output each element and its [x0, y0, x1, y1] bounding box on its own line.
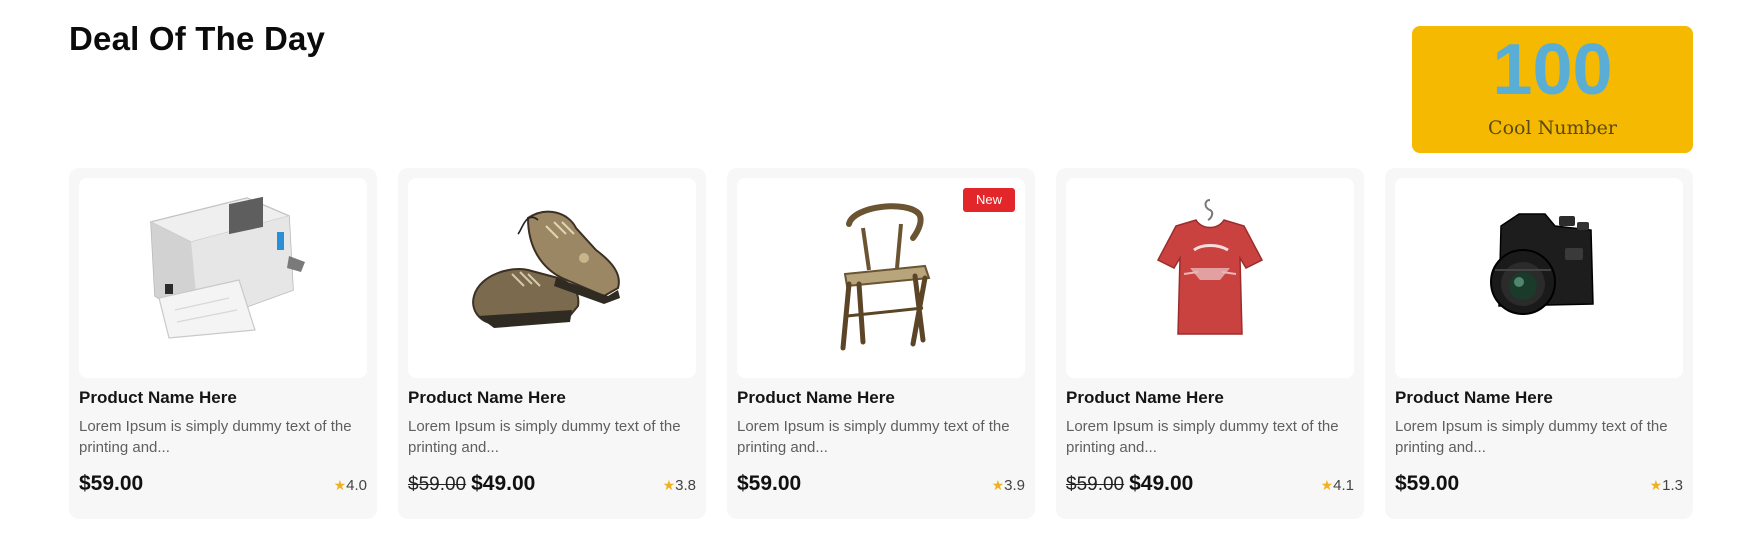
star-icon: ★	[333, 477, 347, 493]
hiking-shoes-image	[472, 210, 620, 328]
price-row: $59.00 ★3.9	[737, 472, 1025, 496]
product-image-frame[interactable]	[408, 178, 696, 378]
stat-label: Cool Number	[1488, 117, 1617, 139]
stat-number: 100	[1492, 30, 1613, 110]
product-image-frame[interactable]	[79, 178, 367, 378]
product-card[interactable]: New Product Name Here Lorem Ipsum is sim…	[727, 168, 1035, 519]
product-list: Product Name Here Lorem Ipsum is simply …	[69, 168, 1693, 519]
price-row: $59.00 ★1.3	[1395, 472, 1683, 496]
cool-number-box: 100 Cool Number	[1412, 26, 1693, 153]
star-icon: ★	[991, 477, 1005, 493]
product-description: Lorem Ipsum is simply dummy text of the …	[1066, 418, 1339, 456]
product-card[interactable]: Product Name Here Lorem Ipsum is simply …	[398, 168, 706, 519]
product-description: Lorem Ipsum is simply dummy text of the …	[1395, 418, 1668, 456]
product-name[interactable]: Product Name Here	[737, 388, 1025, 408]
star-icon: ★	[1649, 477, 1663, 493]
product-old-price: $59.00	[1066, 474, 1125, 495]
red-tshirt-image	[1156, 199, 1264, 335]
product-image-frame[interactable]: New	[737, 178, 1025, 378]
product-price: $59.00	[79, 472, 144, 495]
star-icon: ★	[662, 477, 676, 493]
product-price: $59.00	[1395, 472, 1460, 495]
rating: ★1.3	[1650, 477, 1683, 494]
rating-value: 1.3	[1662, 477, 1683, 494]
new-badge: New	[962, 188, 1015, 212]
price-row: $59.00 $49.00 ★4.1	[1066, 472, 1354, 496]
product-name[interactable]: Product Name Here	[1066, 388, 1354, 408]
rating: ★4.0	[334, 477, 367, 494]
product-name[interactable]: Product Name Here	[1395, 388, 1683, 408]
rating: ★3.8	[663, 477, 696, 494]
product-price: $49.00	[471, 472, 536, 495]
product-card[interactable]: Product Name Here Lorem Ipsum is simply …	[1056, 168, 1364, 519]
rating: ★3.9	[992, 477, 1025, 494]
price-group: $59.00	[1395, 472, 1459, 496]
product-name[interactable]: Product Name Here	[408, 388, 696, 408]
rating-value: 4.0	[346, 477, 367, 494]
camera-image	[1490, 213, 1594, 315]
price-group: $59.00 $49.00	[1066, 472, 1193, 496]
rating: ★4.1	[1321, 477, 1354, 494]
rating-value: 4.1	[1333, 477, 1354, 494]
price-group: $59.00 $49.00	[408, 472, 535, 496]
product-card[interactable]: Product Name Here Lorem Ipsum is simply …	[1385, 168, 1693, 519]
price-group: $59.00	[79, 472, 143, 496]
product-description: Lorem Ipsum is simply dummy text of the …	[79, 418, 352, 456]
printer-image	[149, 196, 305, 339]
product-image-frame[interactable]	[1066, 178, 1354, 378]
price-row: $59.00 ★4.0	[79, 472, 367, 496]
price-row: $59.00 $49.00 ★3.8	[408, 472, 696, 496]
product-price: $49.00	[1129, 472, 1194, 495]
product-old-price: $59.00	[408, 474, 467, 495]
product-image-frame[interactable]	[1395, 178, 1683, 378]
section-title: Deal Of The Day	[69, 20, 326, 57]
product-description: Lorem Ipsum is simply dummy text of the …	[408, 418, 681, 456]
star-icon: ★	[1320, 477, 1334, 493]
product-price: $59.00	[737, 472, 802, 495]
product-name[interactable]: Product Name Here	[79, 388, 367, 408]
product-card[interactable]: Product Name Here Lorem Ipsum is simply …	[69, 168, 377, 519]
price-group: $59.00	[737, 472, 801, 496]
product-description: Lorem Ipsum is simply dummy text of the …	[737, 418, 1010, 456]
rating-value: 3.8	[675, 477, 696, 494]
rating-value: 3.9	[1004, 477, 1025, 494]
